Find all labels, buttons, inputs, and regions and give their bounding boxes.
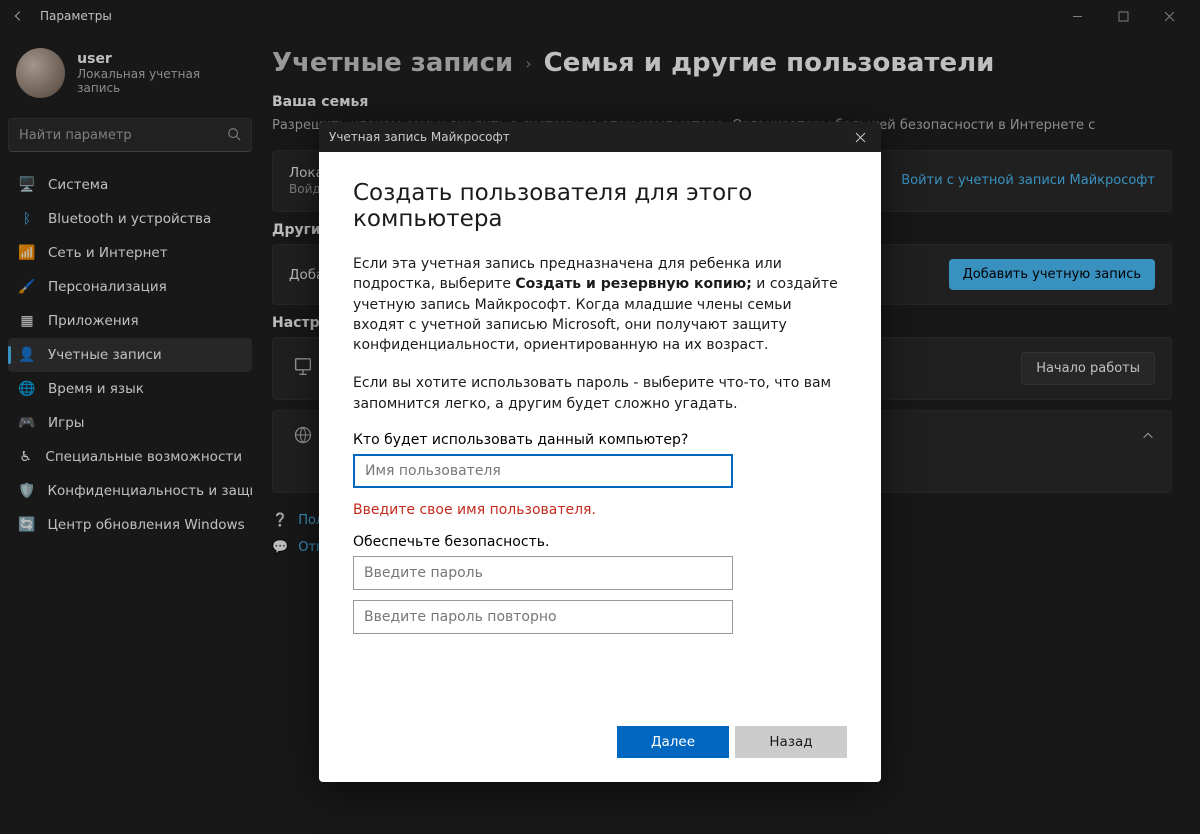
password-input[interactable] — [353, 556, 733, 590]
modal-title-small: Учетная запись Майкрософт — [329, 130, 510, 144]
security-label: Обеспечьте безопасность. — [353, 534, 847, 550]
password-confirm-input[interactable] — [353, 600, 733, 634]
next-button[interactable]: Далее — [617, 726, 729, 758]
modal-heading: Создать пользователя для этого компьютер… — [353, 180, 847, 232]
modal-close-button[interactable] — [845, 122, 875, 152]
modal-para2: Если вы хотите использовать пароль - выб… — [353, 373, 847, 414]
username-question: Кто будет использовать данный компьютер? — [353, 432, 847, 448]
modal-overlay: Учетная запись Майкрософт Создать пользо… — [0, 0, 1200, 834]
username-error: Введите свое имя пользователя. — [353, 502, 847, 518]
username-input[interactable] — [353, 454, 733, 488]
back-button-modal[interactable]: Назад — [735, 726, 847, 758]
create-user-modal: Учетная запись Майкрософт Создать пользо… — [319, 122, 881, 782]
modal-para1: Если эта учетная запись предназначена дл… — [353, 254, 847, 355]
modal-header: Учетная запись Майкрософт — [319, 122, 881, 152]
